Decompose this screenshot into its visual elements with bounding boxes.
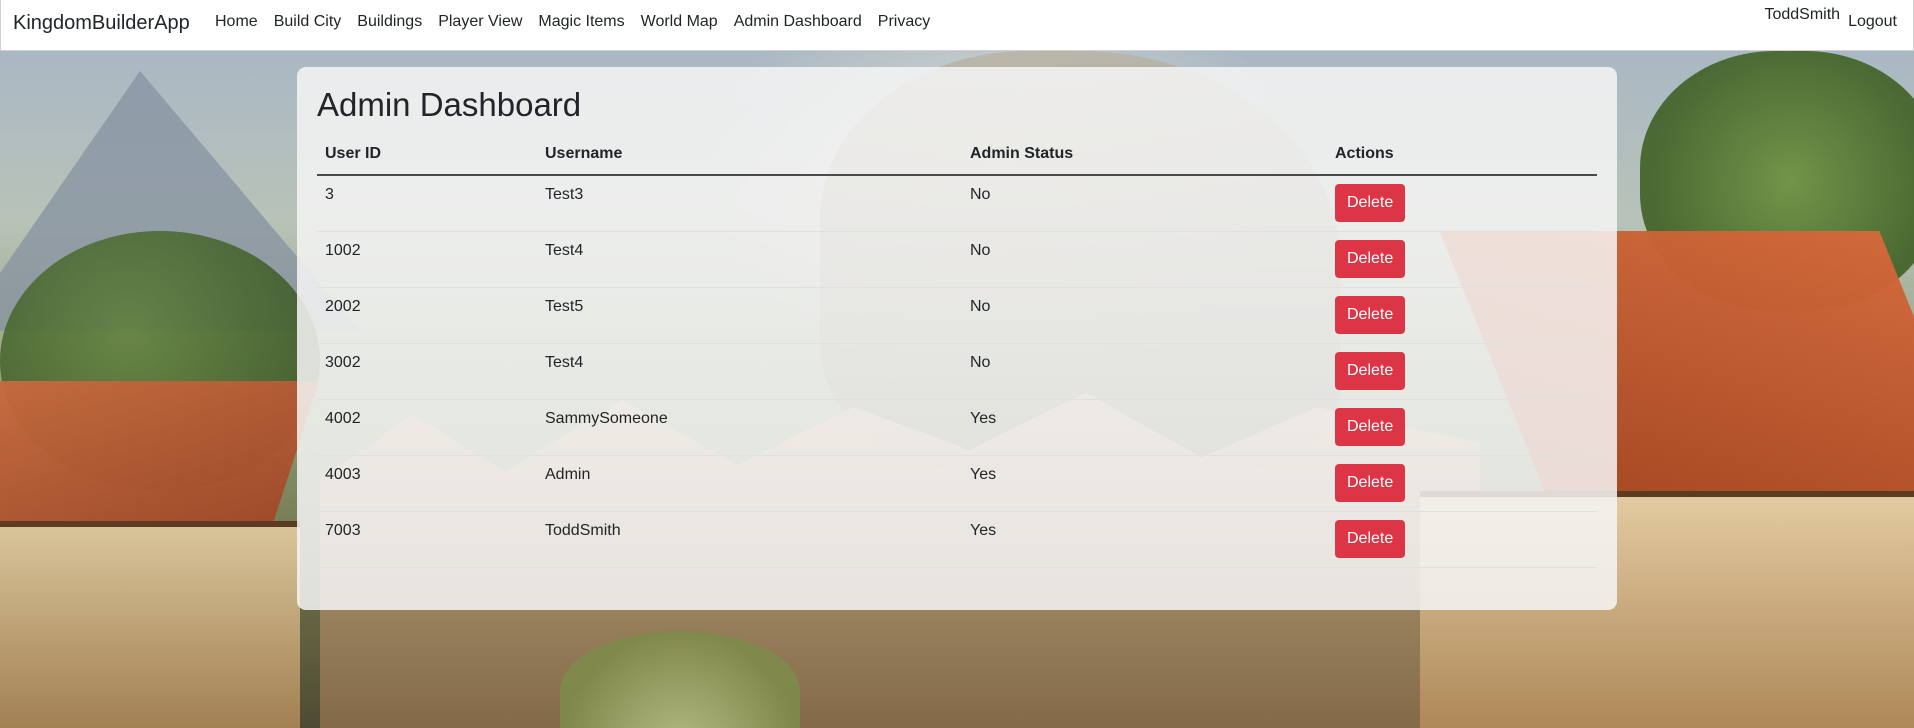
page-title: Admin Dashboard [317, 86, 582, 123]
cell-username: Admin [537, 455, 962, 512]
cell-actions: Delete [1327, 343, 1597, 400]
cell-user-id: 4003 [317, 455, 537, 512]
cell-admin-status: No [962, 287, 1327, 344]
cell-admin-status: Yes [962, 399, 1327, 456]
nav-link-home[interactable]: Home [207, 12, 266, 32]
nav-item-admin-dashboard: Admin Dashboard [726, 12, 870, 32]
cell-username: Test4 [537, 231, 962, 288]
cell-admin-status: Yes [962, 511, 1327, 568]
nav-item-buildings: Buildings [349, 12, 430, 32]
header-user-id: User ID [317, 135, 537, 176]
nav-item-privacy: Privacy [870, 12, 938, 32]
nav-item-magic-items: Magic Items [530, 12, 632, 32]
cell-username: SammySomeone [537, 399, 962, 456]
nav-link-admin-dashboard[interactable]: Admin Dashboard [726, 12, 870, 32]
users-table: User ID Username Admin Status Actions 3 … [317, 135, 1597, 568]
cell-user-id: 1002 [317, 231, 537, 288]
delete-button[interactable]: Delete [1335, 464, 1406, 502]
nav-link-magic-items[interactable]: Magic Items [530, 12, 632, 32]
nav-link-player-view[interactable]: Player View [430, 12, 530, 32]
cell-admin-status: No [962, 175, 1327, 232]
logout-link[interactable]: Logout [1848, 12, 1897, 32]
header-admin-status: Admin Status [962, 135, 1327, 176]
cell-username: Test4 [537, 343, 962, 400]
table-row: 1002 Test4 No Delete [317, 231, 1597, 288]
header-username: Username [537, 135, 962, 176]
nav-item-player-view: Player View [430, 12, 530, 32]
table-body: 3 Test3 No Delete 1002 Test4 No Delete 2… [317, 175, 1597, 568]
delete-button[interactable]: Delete [1335, 296, 1406, 334]
delete-button[interactable]: Delete [1335, 520, 1406, 558]
table-row: 4003 Admin Yes Delete [317, 455, 1597, 512]
cell-actions: Delete [1327, 455, 1597, 512]
table-row: 4002 SammySomeone Yes Delete [317, 399, 1597, 456]
nav-item-build-city: Build City [266, 12, 350, 32]
cell-user-id: 3 [317, 175, 537, 232]
cell-admin-status: Yes [962, 455, 1327, 512]
cell-user-id: 7003 [317, 511, 537, 568]
table-row: 3 Test3 No Delete [317, 175, 1597, 232]
cell-admin-status: No [962, 343, 1327, 400]
user-area: ToddSmith Logout [1764, 5, 1897, 32]
cell-username: Test3 [537, 175, 962, 232]
table-row: 7003 ToddSmith Yes Delete [317, 511, 1597, 568]
header-actions: Actions [1327, 135, 1597, 176]
nav-link-buildings[interactable]: Buildings [349, 12, 430, 32]
cell-actions: Delete [1327, 175, 1597, 232]
delete-button[interactable]: Delete [1335, 352, 1406, 390]
brand-link[interactable]: KingdomBuilderApp [13, 11, 190, 35]
nav-link-world-map[interactable]: World Map [633, 12, 726, 32]
table-row: 2002 Test5 No Delete [317, 287, 1597, 344]
delete-button[interactable]: Delete [1335, 408, 1406, 446]
delete-button[interactable]: Delete [1335, 184, 1406, 222]
cell-actions: Delete [1327, 287, 1597, 344]
cell-user-id: 3002 [317, 343, 537, 400]
top-navbar: KingdomBuilderApp Home Build City Buildi… [0, 0, 1914, 51]
nav-link-privacy[interactable]: Privacy [870, 12, 938, 32]
cell-actions: Delete [1327, 231, 1597, 288]
cell-username: Test5 [537, 287, 962, 344]
nav-link-build-city[interactable]: Build City [266, 12, 350, 32]
delete-button[interactable]: Delete [1335, 240, 1406, 278]
cell-user-id: 2002 [317, 287, 537, 344]
cell-actions: Delete [1327, 399, 1597, 456]
current-username: ToddSmith [1764, 6, 1841, 23]
table-row: 3002 Test4 No Delete [317, 343, 1597, 400]
nav-links: Home Build City Buildings Player View Ma… [207, 12, 938, 32]
cell-username: ToddSmith [537, 511, 962, 568]
nav-item-world-map: World Map [633, 12, 726, 32]
table-header: User ID Username Admin Status Actions [317, 135, 1597, 176]
admin-panel: Admin Dashboard User ID Username Admin S… [297, 67, 1617, 610]
cell-user-id: 4002 [317, 399, 537, 456]
table-header-row: User ID Username Admin Status Actions [317, 135, 1597, 176]
cell-actions: Delete [1327, 511, 1597, 568]
house-left-shape [0, 521, 300, 728]
cell-admin-status: No [962, 231, 1327, 288]
nav-item-home: Home [207, 12, 266, 32]
